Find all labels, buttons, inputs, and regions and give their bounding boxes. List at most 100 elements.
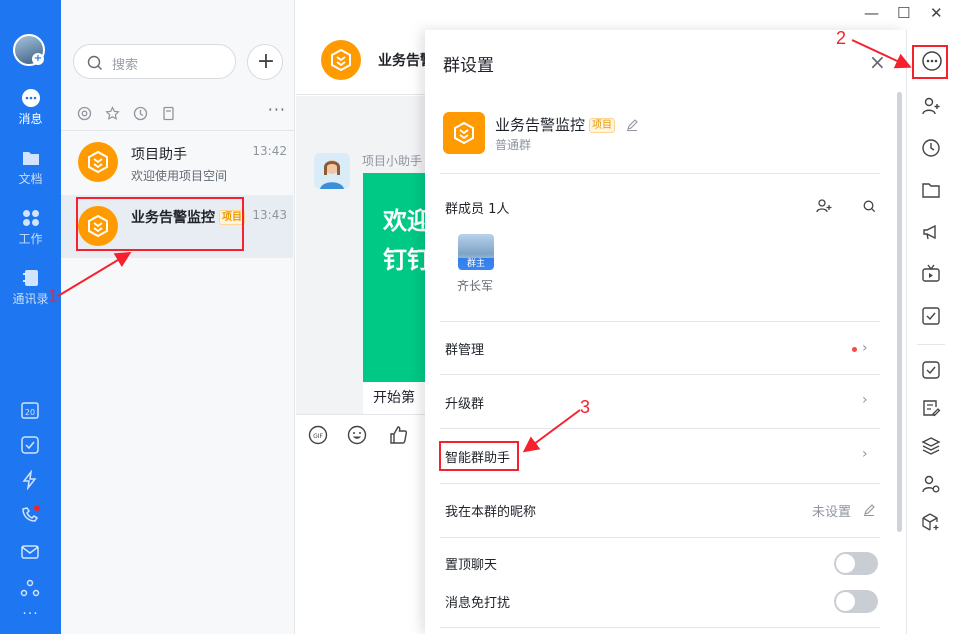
add-person-icon[interactable] [921, 96, 941, 116]
project-logo-icon [454, 122, 474, 144]
chevron-right-icon: › [862, 340, 868, 356]
window-close-icon[interactable]: ✕ [930, 4, 943, 22]
pin-chat-toggle[interactable] [834, 552, 878, 575]
divider [440, 428, 880, 429]
left-nav-rail: + 消息 文档 工作 通讯录 20 ··· [0, 0, 61, 634]
divider [440, 483, 880, 484]
star-icon[interactable] [105, 106, 120, 121]
close-icon[interactable]: × [869, 50, 886, 74]
card-title-line1: 欢迎 [383, 207, 431, 235]
task-check-icon[interactable] [921, 306, 941, 326]
member-avatar[interactable]: 群主 [458, 234, 494, 270]
project-logo-icon [331, 49, 351, 71]
search-member-icon[interactable] [863, 200, 876, 213]
conversation-panel: 搜索 + ··· 项目助手 欢迎使用项目空间 13:42 业务告警监控 项目 13… [61, 0, 295, 634]
chat-avatar[interactable] [321, 40, 361, 80]
add-member-icon[interactable] [816, 198, 832, 214]
welcome-card[interactable]: 欢迎 钉钉 开始第 [363, 173, 431, 414]
chevron-right-icon: › [862, 446, 868, 462]
mute-label: 消息免打扰 [445, 596, 511, 611]
create-button[interactable]: + [247, 44, 283, 80]
svg-text:GIF: GIF [313, 433, 323, 440]
minimize-icon[interactable]: — [864, 4, 879, 22]
clock-icon[interactable] [921, 138, 941, 158]
filter-bar: ··· [75, 100, 290, 124]
mute-toggle[interactable] [834, 590, 878, 613]
form-edit-icon[interactable] [921, 398, 941, 418]
rail-divider [917, 344, 945, 345]
chevron-right-icon: › [862, 392, 868, 408]
upgrade-group-label: 升级群 [445, 397, 485, 412]
group-name-text: 业务告警监控 [495, 116, 586, 134]
input-toolbar: GIF [296, 414, 425, 454]
nav-item-work[interactable]: 工作 [0, 208, 61, 247]
card-banner: 欢迎 钉钉 [363, 173, 431, 382]
group-name: 业务告警监控 项目 [495, 114, 638, 135]
nickname-value: 未设置 [812, 505, 852, 520]
search-icon [87, 55, 102, 70]
announcement-icon[interactable] [921, 222, 941, 242]
nav-item-docs[interactable]: 文档 [0, 148, 61, 187]
mail-icon[interactable] [20, 542, 40, 562]
highlight-box-more [912, 45, 948, 79]
settings-scrollbar[interactable] [897, 92, 902, 532]
divider [440, 173, 880, 174]
live-tv-icon[interactable] [921, 264, 941, 284]
search-placeholder: 搜索 [112, 58, 139, 73]
highlight-box-conversation [76, 197, 244, 251]
group-type: 普通群 [495, 138, 532, 152]
add-status-icon[interactable]: + [32, 53, 44, 65]
conversation-avatar [78, 142, 118, 182]
mention-icon[interactable] [77, 106, 92, 121]
conversation-time: 13:43 [252, 208, 287, 222]
card-body-text: 开始第 [373, 390, 415, 406]
annotation-number-2: 2 [836, 28, 847, 48]
calendar-icon[interactable]: 20 [20, 400, 40, 420]
chat-header: 业务告警 [296, 0, 434, 95]
video-call-icon[interactable] [20, 505, 40, 525]
sender-name: 项目小助手 [362, 154, 423, 168]
members-label: 群成员 1人 [445, 202, 510, 217]
search-input[interactable]: 搜索 [73, 44, 236, 79]
user-settings-icon[interactable] [921, 474, 941, 494]
todo-icon[interactable] [20, 435, 40, 455]
file-icon[interactable] [161, 106, 176, 121]
group-manage-label: 群管理 [445, 343, 485, 358]
emoji-icon[interactable] [347, 425, 367, 445]
filter-more-icon[interactable]: ··· [268, 100, 286, 119]
divider [440, 627, 880, 628]
bot-avatar[interactable] [314, 153, 350, 189]
flash-icon[interactable] [20, 470, 40, 490]
group-avatar[interactable] [443, 112, 485, 154]
divider [440, 321, 880, 322]
message-list: 项目小助手 欢迎 钉钉 开始第 [296, 96, 431, 414]
annotation-number-3: 3 [580, 397, 591, 417]
pin-chat-label: 置顶聊天 [445, 558, 498, 573]
nav-label-messages: 消息 [18, 112, 43, 126]
highlight-box-assistant [439, 441, 519, 471]
nav-item-messages[interactable]: 消息 [0, 88, 61, 127]
checkbox-icon[interactable] [921, 360, 941, 380]
annotation-number-1: 1 [48, 286, 59, 306]
edit-icon[interactable] [863, 504, 875, 516]
member-name: 齐长军 [457, 279, 494, 293]
history-icon[interactable] [133, 106, 148, 121]
cube-add-icon[interactable] [921, 512, 941, 532]
conversation-item[interactable]: 项目助手 欢迎使用项目空间 13:42 [61, 131, 293, 194]
folder-icon[interactable] [921, 180, 941, 200]
nav-label-docs: 文档 [18, 172, 43, 186]
more-icon[interactable]: ··· [0, 606, 61, 622]
layers-icon[interactable] [921, 436, 941, 456]
plus-icon: + [256, 49, 276, 74]
maximize-icon[interactable]: ☐ [897, 4, 910, 22]
project-tag: 项目 [589, 118, 616, 133]
divider [440, 537, 880, 538]
right-tool-rail [906, 30, 954, 634]
edit-icon[interactable] [626, 119, 638, 132]
thumbs-up-icon[interactable] [388, 425, 408, 445]
gif-icon[interactable]: GIF [308, 425, 328, 445]
unread-dot [852, 347, 857, 352]
conversation-preview: 欢迎使用项目空间 [131, 169, 228, 183]
card-title-line2: 钉钉 [383, 246, 431, 274]
org-icon[interactable] [20, 578, 40, 598]
